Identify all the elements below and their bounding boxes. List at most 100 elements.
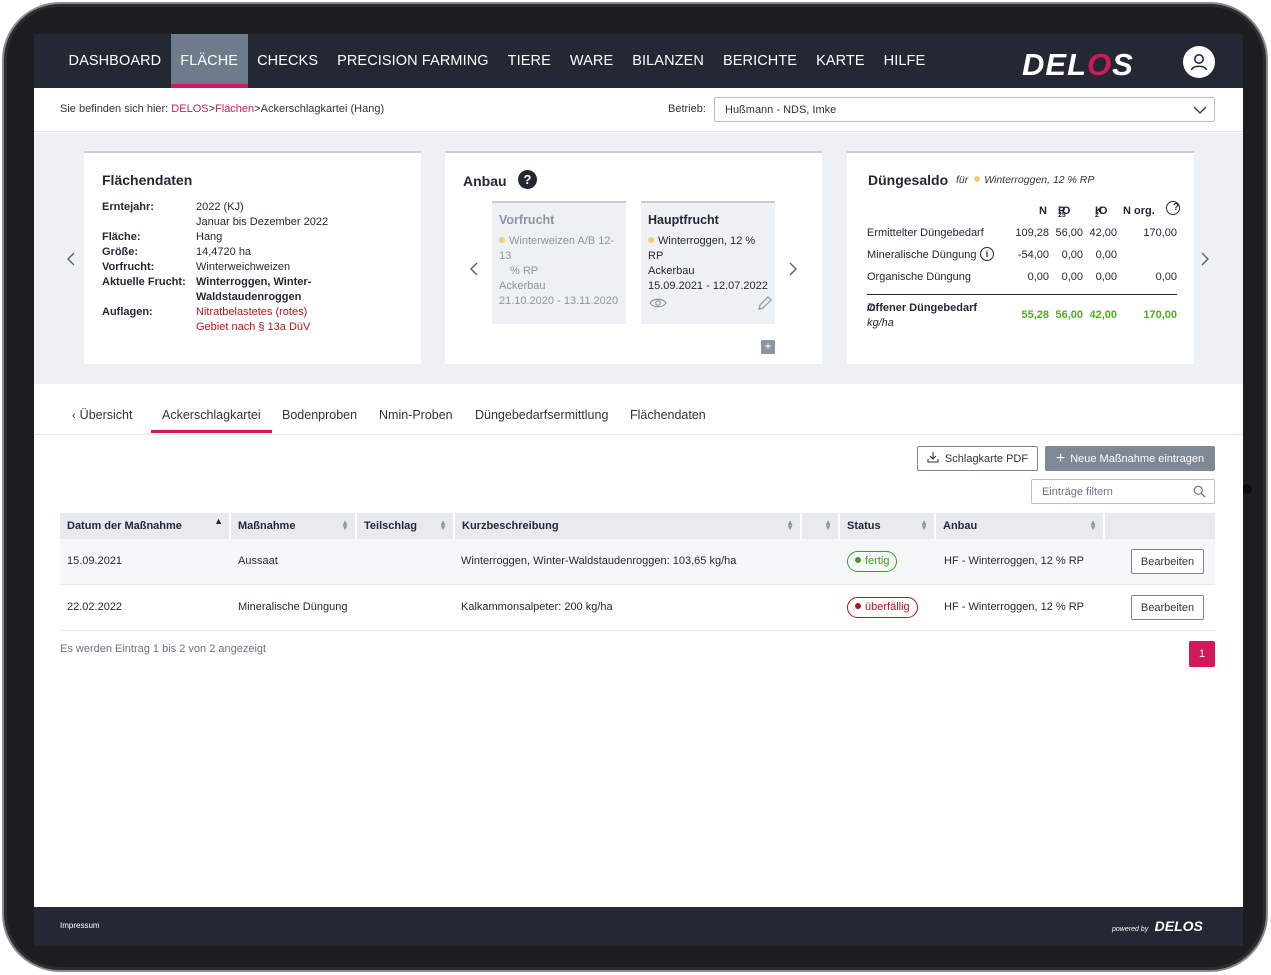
cell-kurz: Kalkammonsalpeter: 200 kg/ha	[461, 601, 613, 613]
table-row[interactable]: 22.02.2022 Mineralische Düngung Kalkammo…	[60, 585, 1215, 631]
breadcrumb-flaechen-link[interactable]: Flächen	[215, 103, 254, 115]
sort-icon: ▲ ▼	[786, 518, 794, 532]
search-icon	[1193, 485, 1206, 501]
sort-icon: ▲ ▼	[824, 518, 832, 532]
footer-brand: powered by DELOS	[1112, 918, 1203, 936]
th-empty[interactable]: ▲ ▼	[802, 513, 840, 539]
divider	[867, 294, 1177, 295]
ds-k: 42,00	[1089, 227, 1117, 239]
ds-k: 0,00	[1095, 249, 1117, 261]
betrieb-select[interactable]: Hußmann - NDS, Imke	[714, 97, 1215, 122]
th-label: Kurzbeschreibung	[462, 520, 559, 532]
fd-key: Aktuelle Frucht:	[102, 276, 186, 288]
fd-key: Auflagen:	[102, 306, 153, 318]
sort-asc-icon: ▲	[214, 516, 223, 526]
th-label: Status	[847, 520, 881, 532]
add-crop-button[interactable]: +	[761, 340, 775, 354]
th-status[interactable]: Status ▲ ▼	[840, 513, 936, 539]
duengesaldo-crop: Winterroggen, 12 % RP	[984, 174, 1095, 186]
ds-label: Offener Düngebedarf in	[867, 302, 977, 314]
pencil-icon[interactable]	[757, 295, 773, 316]
breadcrumb-delos-link[interactable]: DELOS	[171, 103, 208, 115]
crop-dot	[499, 237, 505, 243]
th-anbau[interactable]: Anbau ▲ ▼	[936, 513, 1105, 539]
ds-norg: 170,00	[1143, 309, 1177, 321]
nav-hilfe[interactable]: HILFE	[874, 34, 935, 88]
impressum-link[interactable]: Impressum	[60, 921, 100, 930]
bearbeiten-button[interactable]: Bearbeiten	[1131, 549, 1204, 574]
hauptfrucht-line1: Winterroggen, 12 % RP	[648, 235, 756, 262]
chevron-right-icon[interactable]	[788, 261, 798, 282]
hauptfrucht-box[interactable]: Hauptfrucht Winterroggen, 12 % RP Ackerb…	[641, 201, 775, 324]
nav-flaeche[interactable]: FLÄCHE	[170, 34, 248, 88]
fd-value: Januar bis Dezember 2022	[196, 216, 329, 228]
ds-label: Mineralische Düngung	[867, 249, 977, 261]
th-kurzbeschreibung[interactable]: Kurzbeschreibung ▲ ▼	[455, 513, 802, 539]
sort-icon: ▲ ▼	[1089, 518, 1097, 532]
table-row[interactable]: 15.09.2021 Aussaat Winterroggen, Winter-…	[60, 539, 1215, 585]
tab-uebersicht[interactable]: ‹ Übersicht	[72, 408, 132, 422]
betrieb-label: Betrieb:	[668, 103, 706, 115]
duengesaldo-subtitle: für Winterroggen, 12 % RP	[956, 174, 1094, 186]
chevron-down-icon	[1192, 102, 1208, 121]
th-teilschlag[interactable]: Teilschlag ▲ ▼	[357, 513, 455, 539]
nav-karte[interactable]: KARTE	[807, 34, 875, 88]
footer: Impressum powered by DELOS	[34, 907, 1243, 946]
user-avatar-icon[interactable]	[1183, 46, 1215, 78]
chevron-left-icon[interactable]	[469, 261, 479, 282]
nav-ware[interactable]: WARE	[560, 34, 622, 88]
button-label: Schlagkarte PDF	[944, 452, 1029, 465]
ds-p: 56,00	[1055, 309, 1083, 321]
tab-bodenproben[interactable]: Bodenproben	[282, 408, 357, 422]
status-label: überfällig	[865, 601, 910, 613]
eye-icon[interactable]	[649, 297, 667, 314]
col-k2o: K2O	[1095, 205, 1107, 219]
offen-label: Offener Düngebedarf	[867, 302, 978, 314]
help-icon[interactable]: ?	[1166, 201, 1180, 215]
nav-precision-farming[interactable]: PRECISION FARMING	[328, 34, 499, 88]
ds-n: 109,28	[1015, 227, 1049, 239]
th-massnahme[interactable]: Maßnahme ▲ ▼	[231, 513, 357, 539]
filter-input[interactable]: Einträge filtern	[1031, 479, 1215, 504]
cell-datum: 22.02.2022	[67, 601, 123, 613]
schlagkarte-pdf-button[interactable]: Schlagkarte PDF	[917, 446, 1038, 471]
fd-value: Gebiet nach § 13a DüV	[196, 321, 311, 333]
neue-massnahme-button[interactable]: + Neue Maßnahme eintragen	[1045, 446, 1215, 471]
tab-flaechendaten[interactable]: Flächendaten	[630, 408, 706, 422]
status-badge: überfällig	[847, 597, 918, 618]
fd-key: Größe:	[102, 246, 139, 258]
bearbeiten-button[interactable]: Bearbeiten	[1131, 595, 1204, 620]
th-label: Anbau	[943, 520, 978, 532]
vorfrucht-box[interactable]: Vorfrucht Winterweizen A/B 12-13 % RP Ac…	[492, 201, 626, 324]
tab-ackerschlagkartei[interactable]: Ackerschlagkartei	[151, 408, 272, 433]
o-sym: O	[1061, 205, 1071, 217]
fd-value: 2022 (KJ)	[196, 201, 244, 213]
breadcrumb-current: Ackerschlagkartei (Hang)	[260, 103, 385, 115]
cell-massnahme: Mineralische Düngung	[238, 601, 348, 613]
tab-duengebedarfsermittlung[interactable]: Düngebedarfsermittlung	[475, 408, 608, 422]
ds-k: 42,00	[1089, 309, 1117, 321]
chevron-right-icon[interactable]	[1200, 251, 1210, 270]
vorfrucht-line1: Winterweizen A/B 12-13	[499, 235, 615, 262]
fd-value: Winterweichweizen	[196, 261, 291, 273]
fd-value: 14,4720 ha	[196, 246, 252, 258]
nav-berichte[interactable]: BERICHTE	[713, 34, 806, 88]
pagination-page-1[interactable]: 1	[1189, 641, 1215, 667]
crop-dot	[648, 237, 654, 243]
app-screen: DASHBOARD FLÄCHE CHECKS PRECISION FARMIN…	[34, 34, 1243, 946]
tab-nmin-proben[interactable]: Nmin-Proben	[379, 408, 453, 422]
nav-tiere[interactable]: TIERE	[498, 34, 560, 88]
col-n: N	[1039, 205, 1047, 217]
delos-logo[interactable]: DELOS	[1022, 47, 1134, 83]
o-sym: O	[1098, 205, 1108, 217]
status-badge: fertig	[847, 551, 898, 572]
help-icon[interactable]: ?	[518, 170, 537, 189]
ds-norg: 0,00	[1155, 271, 1177, 283]
th-datum[interactable]: Datum der Maßnahme ▲	[60, 513, 231, 539]
nav-dashboard[interactable]: DASHBOARD	[59, 34, 171, 88]
nav-checks[interactable]: CHECKS	[248, 34, 328, 88]
nav-bilanzen[interactable]: BILANZEN	[623, 34, 714, 88]
anbau-card: Anbau ? Vorfrucht Winterweizen A/B 12-13…	[445, 151, 822, 364]
info-icon[interactable]: i	[980, 247, 994, 261]
chevron-left-icon[interactable]	[66, 251, 76, 270]
